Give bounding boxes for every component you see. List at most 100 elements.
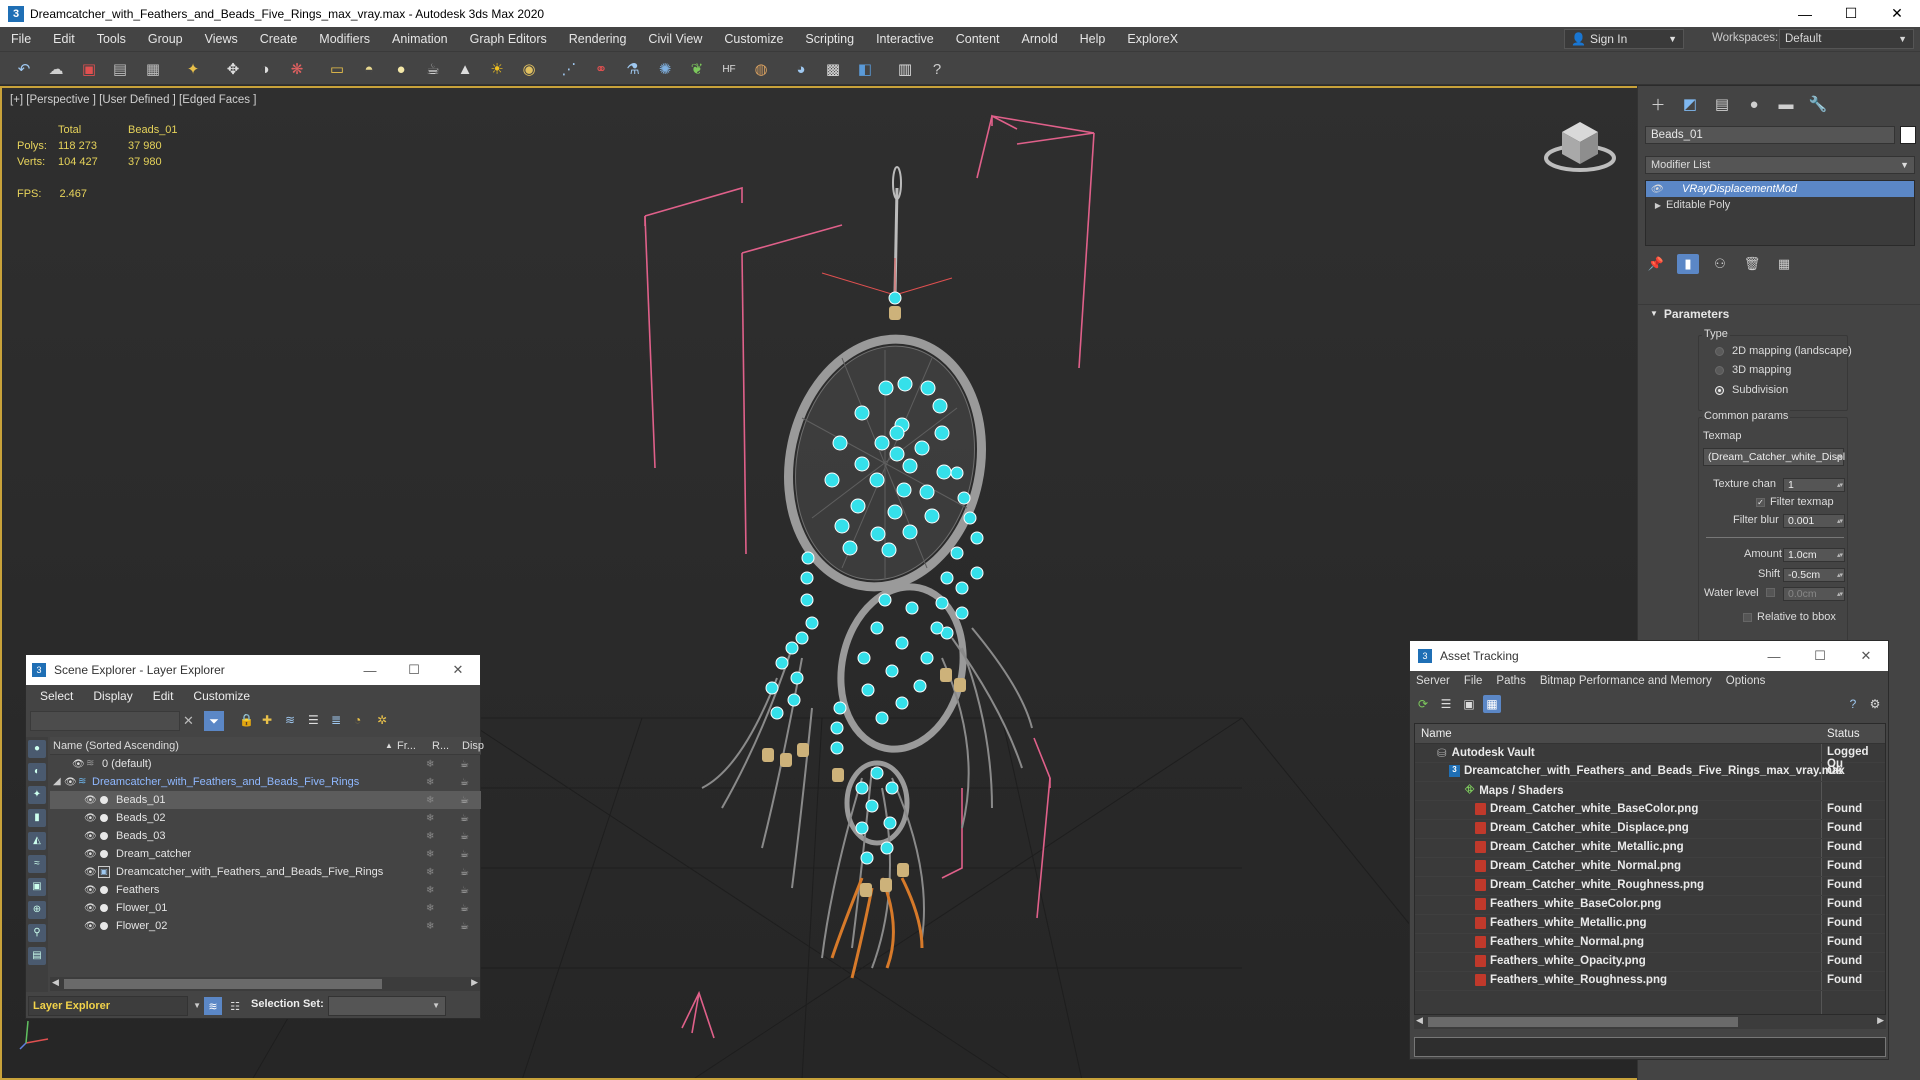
object-row[interactable]: 👁 Dream_catcher ❄ ☕	[50, 845, 481, 863]
table-view-icon[interactable]: ▦	[1483, 695, 1501, 713]
relative-bbox-checkbox[interactable]: Relative to bbox	[1743, 611, 1836, 623]
lock-icon[interactable]: 🔒	[239, 713, 254, 727]
list-view-icon[interactable]: ☰	[1437, 695, 1455, 713]
selection-set-dropdown[interactable]: ▼	[328, 996, 446, 1016]
asset-row[interactable]: Feathers_white_Opacity.png Found	[1415, 953, 1885, 972]
col-display-header[interactable]: Disp	[462, 740, 484, 752]
water-level-checkbox[interactable]	[1766, 588, 1780, 597]
se-menu-display[interactable]: Display	[93, 689, 132, 703]
freeze-icon[interactable]: ❄	[426, 795, 434, 806]
maximize-button[interactable]: ☐	[392, 655, 436, 685]
object-row[interactable]: 👁 ▣ Dreamcatcher_with_Feathers_and_Beads…	[50, 863, 481, 881]
freeze-icon[interactable]: ❄	[426, 777, 434, 788]
sync-icon[interactable]: ✲	[377, 713, 387, 727]
object-row[interactable]: 👁 Beads_03 ❄ ☕	[50, 827, 481, 845]
freeze-icon[interactable]: ❄	[426, 813, 434, 824]
menu-file[interactable]: File	[0, 32, 42, 46]
highlight-icon[interactable]: ◔	[354, 713, 361, 727]
asset-tracking-titlebar[interactable]: 3 Asset Tracking — ☐ ✕	[1410, 641, 1888, 671]
menu-help[interactable]: Help	[1069, 32, 1117, 46]
display-helpers-icon[interactable]: ◭	[28, 832, 46, 850]
show-end-result-icon[interactable]: ▮	[1677, 254, 1699, 274]
close-button[interactable]: ✕	[1874, 0, 1920, 27]
freeze-icon[interactable]: ❄	[426, 867, 434, 878]
hf-icon[interactable]: HF	[717, 57, 741, 81]
configure-sets-icon[interactable]: ▦	[1773, 254, 1795, 274]
material-ball-icon[interactable]: ◉	[517, 57, 541, 81]
rect-select-icon[interactable]: ✥	[221, 57, 245, 81]
settings-icon[interactable]: ⚙	[1866, 695, 1884, 713]
scene-explorer-titlebar[interactable]: 3 Scene Explorer - Layer Explorer — ☐ ✕	[26, 655, 480, 685]
remove-modifier-icon[interactable]: 🗑	[1741, 254, 1763, 274]
at-menu-bitmap-performance[interactable]: Bitmap Performance and Memory	[1540, 675, 1712, 687]
menu-tools[interactable]: Tools	[86, 32, 137, 46]
array-icon[interactable]: ⋰	[557, 57, 581, 81]
link-icon[interactable]: ▣	[77, 57, 101, 81]
freeze-icon[interactable]: ❄	[426, 831, 434, 842]
menu-create[interactable]: Create	[249, 32, 309, 46]
display-xrefs-icon[interactable]: ⊕	[28, 901, 46, 919]
menu-arnold[interactable]: Arnold	[1011, 32, 1069, 46]
minimize-button[interactable]: —	[1782, 0, 1828, 27]
radio-3d-mapping[interactable]: 3D mapping	[1715, 364, 1791, 376]
object-name-field[interactable]: Beads_01	[1645, 126, 1895, 144]
eye-icon[interactable]: 👁	[1650, 184, 1666, 195]
workspaces-dropdown[interactable]: Default ▼	[1779, 29, 1914, 49]
redo-icon[interactable]: ☁	[44, 57, 68, 81]
se-menu-customize[interactable]: Customize	[193, 689, 250, 703]
object-row[interactable]: 👁 Flower_01 ❄ ☕	[50, 899, 481, 917]
render-teapot-icon[interactable]: ☕	[460, 867, 469, 878]
display-groups-icon[interactable]: ▣	[28, 878, 46, 896]
help-icon[interactable]: ?	[925, 57, 949, 81]
se-menu-select[interactable]: Select	[40, 689, 73, 703]
at-menu-file[interactable]: File	[1464, 675, 1483, 687]
display-cameras-icon[interactable]: ▮	[28, 809, 46, 827]
mirror-icon[interactable]: ⚭	[589, 57, 613, 81]
explorer-icon[interactable]: ▥	[893, 57, 917, 81]
at-menu-paths[interactable]: Paths	[1496, 675, 1525, 687]
se-horizontal-scrollbar[interactable]: ◀ ▶	[50, 977, 480, 991]
display-spacewarps-icon[interactable]: ≈	[28, 855, 46, 873]
menu-interactive[interactable]: Interactive	[865, 32, 945, 46]
display-shapes-icon[interactable]: ◐	[28, 763, 46, 781]
expand-triangle-icon[interactable]: ▶	[1650, 201, 1666, 210]
render-teapot-icon[interactable]: ☕	[460, 885, 469, 896]
menu-customize[interactable]: Customize	[713, 32, 794, 46]
at-menu-options[interactable]: Options	[1726, 675, 1766, 687]
asset-row[interactable]: ⛁ Autodesk Vault Logged Ou	[1415, 744, 1885, 770]
hierarchy-tab-icon[interactable]: ▤	[1710, 94, 1734, 114]
asset-row[interactable]: Feathers_white_Normal.png Found	[1415, 934, 1885, 953]
maximize-button[interactable]: ☐	[1828, 0, 1874, 27]
object-row[interactable]: 👁 Feathers ❄ ☕	[50, 881, 481, 899]
asset-row[interactable]: Dream_Catcher_white_BaseColor.png Found	[1415, 801, 1885, 820]
filter-texmap-checkbox[interactable]: ✓ Filter texmap	[1756, 496, 1834, 508]
freeze-icon[interactable]: ❄	[426, 921, 434, 932]
menu-content[interactable]: Content	[945, 32, 1011, 46]
freeze-icon[interactable]: ❄	[426, 885, 434, 896]
render-teapot-icon[interactable]: ☕	[460, 795, 469, 806]
menu-modifiers[interactable]: Modifiers	[308, 32, 381, 46]
render-teapot-icon[interactable]: ☕	[460, 921, 469, 932]
render-teapot-icon[interactable]: ☕	[460, 849, 469, 860]
freeze-icon[interactable]: ❄	[426, 849, 434, 860]
eye-icon[interactable]: 👁	[64, 777, 77, 788]
col-status-header[interactable]: Status	[1827, 728, 1860, 740]
eye-icon[interactable]: 👁	[84, 831, 97, 842]
utilities-tab-icon[interactable]: 🔧	[1806, 94, 1830, 114]
modifier-list-dropdown[interactable]: Modifier List ▼	[1645, 156, 1915, 174]
asset-row[interactable]: Dream_Catcher_white_Roughness.png Found	[1415, 877, 1885, 896]
minimize-button[interactable]: —	[348, 655, 392, 685]
sign-in-dropdown[interactable]: 👤 Sign In ▼	[1564, 29, 1684, 49]
display-geometry-icon[interactable]: ●	[28, 740, 46, 758]
object-row[interactable]: 👁 Beads_02 ❄ ☕	[50, 809, 481, 827]
asset-row[interactable]: 3 Dreamcatcher_with_Feathers_and_Beads_Fi…	[1415, 763, 1885, 782]
radio-2d-mapping[interactable]: 2D mapping (landscape)	[1715, 345, 1852, 357]
radio-subdivision[interactable]: Subdivision	[1715, 384, 1788, 396]
object-row[interactable]: 👁 Flower_02 ❄ ☕	[50, 917, 481, 935]
stack-item-editable-poly[interactable]: ▶ Editable Poly	[1646, 197, 1914, 213]
render-teapot-icon[interactable]: ☕	[460, 831, 469, 842]
at-horizontal-scrollbar[interactable]: ◀ ▶	[1414, 1015, 1886, 1029]
asset-row[interactable]: Feathers_white_Roughness.png Found	[1415, 972, 1885, 991]
layer-row[interactable]: 👁 ≋ 0 (default) ❄ ☕	[50, 755, 481, 773]
unlink-icon[interactable]: ▤	[108, 57, 132, 81]
